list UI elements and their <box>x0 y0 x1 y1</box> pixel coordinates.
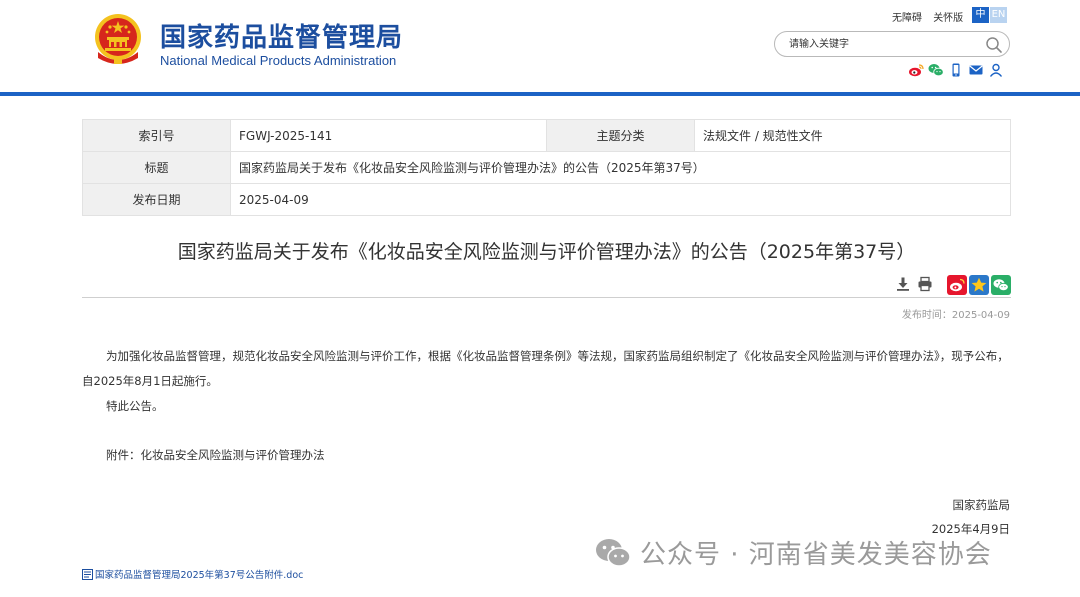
lang-en-button[interactable]: EN <box>990 7 1007 23</box>
emblem-icon[interactable] <box>92 12 144 66</box>
publish-time: 发布时间：2025-04-09 <box>901 310 1010 321</box>
table-row: 发布日期 2025-04-09 <box>82 183 1011 216</box>
lang-cn-button[interactable]: 中 <box>972 7 989 23</box>
watermark-text: 公众号 · 河南省美发美容协会 <box>640 540 992 570</box>
site-header: 国家药品监督管理局 National Medical Products Admi… <box>0 0 1080 92</box>
article-paragraph: 特此公告。 <box>106 399 164 413</box>
share-buttons <box>947 275 1011 295</box>
share-qzone-icon[interactable] <box>969 275 989 295</box>
watermark: 公众号 · 河南省美发美容协会 <box>594 534 992 571</box>
document-meta-table: 索引号 FGWJ-2025-141 主题分类 法规文件 / 规范性文件 标题 国… <box>82 119 1011 216</box>
doc-file-icon <box>82 568 93 580</box>
date-label: 发布日期 <box>82 183 231 216</box>
wechat-icon[interactable] <box>928 62 944 78</box>
top-links: 无障碍 关怀版 <box>892 9 971 24</box>
print-icon[interactable] <box>917 276 933 292</box>
attachment-note: 附件：化妆品安全风险监测与评价管理办法 <box>106 448 325 462</box>
table-row: 索引号 FGWJ-2025-141 主题分类 法规文件 / 规范性文件 <box>82 119 1011 152</box>
index-value: FGWJ-2025-141 <box>230 119 547 152</box>
mobile-icon[interactable] <box>948 62 964 78</box>
page-title: 国家药监局关于发布《化妆品安全风险监测与评价管理办法》的公告（2025年第37号… <box>177 241 916 263</box>
table-row: 标题 国家药监局关于发布《化妆品安全风险监测与评价管理办法》的公告（2025年第… <box>82 151 1011 184</box>
title-label: 标题 <box>82 151 231 184</box>
mail-icon[interactable] <box>968 62 984 78</box>
signature-org: 国家药监局 <box>952 498 1011 512</box>
date-value: 2025-04-09 <box>230 183 1011 216</box>
category-label: 主题分类 <box>546 119 695 152</box>
care-version-link[interactable]: 关怀版 <box>933 13 963 24</box>
share-wechat-icon[interactable] <box>991 275 1011 295</box>
title-value: 国家药监局关于发布《化妆品安全风险监测与评价管理办法》的公告（2025年第37号… <box>230 151 1011 184</box>
accessibility-link[interactable]: 无障碍 <box>892 13 922 24</box>
search-icon[interactable] <box>985 36 1003 54</box>
category-value: 法规文件 / 规范性文件 <box>694 119 1011 152</box>
title-divider <box>82 297 1011 298</box>
header-divider <box>0 92 1080 96</box>
weibo-icon[interactable] <box>908 62 924 78</box>
attachment-file-name[interactable]: 国家药品监督管理局2025年第37号公告附件.doc <box>95 567 303 581</box>
share-weibo-icon[interactable] <box>947 275 967 295</box>
search-box <box>774 31 1010 57</box>
article-body: 为加强化妆品监督管理，规范化妆品安全风险监测与评价工作，根据《化妆品监督管理条例… <box>82 344 1012 419</box>
article-tools <box>895 276 933 292</box>
search-input[interactable] <box>789 36 979 53</box>
wechat-watermark-icon <box>596 538 631 567</box>
article-paragraph: 为加强化妆品监督管理，规范化妆品安全风险监测与评价工作，根据《化妆品监督管理条例… <box>82 349 1009 388</box>
site-title[interactable]: 国家药品监督管理局 <box>160 17 403 54</box>
site-title-en[interactable]: National Medical Products Administration <box>160 53 396 68</box>
index-label: 索引号 <box>82 119 231 152</box>
social-links <box>908 62 1004 78</box>
attachment-file-link[interactable]: 国家药品监督管理局2025年第37号公告附件.doc <box>82 567 303 581</box>
user-icon[interactable] <box>988 62 1004 78</box>
download-icon[interactable] <box>895 276 911 292</box>
